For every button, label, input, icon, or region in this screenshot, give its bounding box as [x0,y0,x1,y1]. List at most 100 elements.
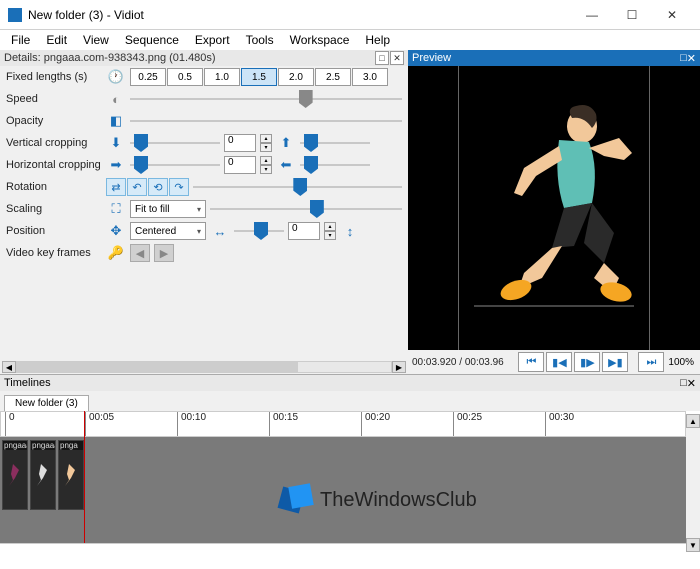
menu-tools[interactable]: Tools [239,31,281,49]
timelines-vscroll[interactable]: ▲ ▼ [686,414,700,552]
rotation-slider[interactable] [193,178,402,196]
details-header: Details: pngaaa.com-938343.png (01.480s)… [0,50,408,66]
prev-frame-button[interactable]: ▮◀ [546,352,572,372]
menu-file[interactable]: File [4,31,37,49]
clip[interactable]: pngaaa [30,440,56,510]
titlebar: New folder (3) - Vidiot — ☐ ✕ [0,0,700,30]
row-rotation: Rotation ⇄ ↶ ⟲ ↷ [0,176,408,198]
opacity-icon[interactable]: ◧ [106,112,126,130]
preview-maximize-icon[interactable]: □ [680,52,687,64]
vcrop-spinner[interactable]: ▴▾ [260,134,272,152]
menu-export[interactable]: Export [188,31,237,49]
vcrop-label: Vertical cropping [6,137,102,149]
length-btn-2.0[interactable]: 2.0 [278,68,314,86]
timeline-tab[interactable]: New folder (3) [4,395,89,411]
timeline-ruler[interactable]: 000:0500:1000:1500:2000:2500:30 [0,411,686,437]
ruler-tick: 00:10 [177,412,206,436]
vcrop-slider-2[interactable] [300,134,370,152]
scroll-right-icon[interactable]: ▶ [392,361,406,373]
vcrop-slider-1[interactable] [130,134,220,152]
timelines-title: Timelines [4,377,51,389]
vcrop-up-icon[interactable]: ⬆ [276,134,296,152]
rotate-180-icon[interactable]: ⟲ [148,178,168,196]
fixed-lengths-label: Fixed lengths (s) [6,71,102,83]
clip[interactable]: pngaaa [2,440,28,510]
scaling-slider[interactable] [210,200,402,218]
hcrop-input[interactable]: 0 [224,156,256,174]
clock-icon[interactable]: 🕐 [106,68,126,86]
goto-end-button[interactable]: ⏭ [638,352,664,372]
row-opacity: Opacity ◧ [0,110,408,132]
position-icon[interactable]: ✥ [106,222,126,240]
speed-slider[interactable] [130,90,402,108]
timelines-maximize-icon[interactable]: □ [680,377,687,389]
opacity-label: Opacity [6,115,102,127]
preview-header: Preview □ ✕ [408,50,700,66]
position-h-icon[interactable]: ↔ [210,222,230,240]
clip[interactable]: pnga [58,440,84,510]
preview-image [464,98,644,318]
hcrop-right-icon[interactable]: ➡ [106,156,126,174]
minimize-button[interactable]: — [572,1,612,29]
length-btn-1.5[interactable]: 1.5 [241,68,277,86]
menu-help[interactable]: Help [358,31,397,49]
preview-title: Preview [412,52,451,64]
row-keyframes: Video key frames 🔑 ◀ ▶ [0,242,408,264]
panel-close-icon[interactable]: ✕ [390,51,404,65]
rotate-left-icon[interactable]: ↶ [127,178,147,196]
row-vcrop: Vertical cropping ⬇ 0 ▴▾ ⬆ [0,132,408,154]
maximize-button[interactable]: ☐ [612,1,652,29]
scaling-icon[interactable]: ⛶ [106,200,126,218]
scroll-left-icon[interactable]: ◀ [2,361,16,373]
next-frame-button[interactable]: ▶▮ [602,352,628,372]
preview-close-icon[interactable]: ✕ [687,52,696,65]
rotate-reset-icon[interactable]: ⇄ [106,178,126,196]
length-btn-1.0[interactable]: 1.0 [204,68,240,86]
rotation-label: Rotation [6,181,102,193]
position-input[interactable]: 0 [288,222,320,240]
timelines-panel: Timelines □ ✕ New folder (3) 000:0500:10… [0,374,700,560]
details-panel: Details: pngaaa.com-938343.png (01.480s)… [0,50,408,374]
menu-sequence[interactable]: Sequence [118,31,186,49]
length-btn-0.25[interactable]: 0.25 [130,68,166,86]
menu-workspace[interactable]: Workspace [283,31,357,49]
menu-view[interactable]: View [76,31,116,49]
ruler-tick: 00:25 [453,412,482,436]
hcrop-spinner[interactable]: ▴▾ [260,156,272,174]
details-hscroll[interactable]: ◀ ▶ [0,360,408,374]
hcrop-slider-2[interactable] [300,156,370,174]
scroll-down-icon[interactable]: ▼ [686,538,700,552]
scaling-dropdown[interactable]: Fit to fill [130,200,206,218]
length-btn-0.5[interactable]: 0.5 [167,68,203,86]
play-button[interactable]: ▮▶ [574,352,600,372]
ruler-tick: 00:20 [361,412,390,436]
watermark: TheWindowsClub [280,483,477,517]
hcrop-left-icon[interactable]: ⬅ [276,156,296,174]
position-slider[interactable] [234,222,284,240]
menu-edit[interactable]: Edit [39,31,74,49]
ruler-tick: 0 [5,412,15,436]
opacity-slider[interactable] [130,112,402,130]
goto-start-button[interactable]: ⏮ [518,352,544,372]
hcrop-slider-1[interactable] [130,156,220,174]
position-v-icon[interactable]: ↕ [340,222,360,240]
key-icon[interactable]: 🔑 [106,244,126,262]
kf-next-icon[interactable]: ▶ [154,244,174,262]
position-spinner[interactable]: ▴▾ [324,222,336,240]
scroll-up-icon[interactable]: ▲ [686,414,700,428]
scaling-label: Scaling [6,203,102,215]
vcrop-down-icon[interactable]: ⬇ [106,134,126,152]
timeline-track[interactable]: TheWindowsClub pngaaapngaaapnga [0,437,686,543]
position-dropdown[interactable]: Centered [130,222,206,240]
timelines-header: Timelines □ ✕ [0,375,700,391]
length-btn-3.0[interactable]: 3.0 [352,68,388,86]
kf-prev-icon[interactable]: ◀ [130,244,150,262]
length-btn-2.5[interactable]: 2.5 [315,68,351,86]
rotate-right-icon[interactable]: ↷ [169,178,189,196]
vcrop-input[interactable]: 0 [224,134,256,152]
timelines-close-icon[interactable]: ✕ [687,377,696,390]
keyframes-label: Video key frames [6,247,102,259]
close-button[interactable]: ✕ [652,1,692,29]
speed-icon[interactable]: ◐ [106,90,126,108]
panel-maximize-icon[interactable]: □ [375,51,389,65]
